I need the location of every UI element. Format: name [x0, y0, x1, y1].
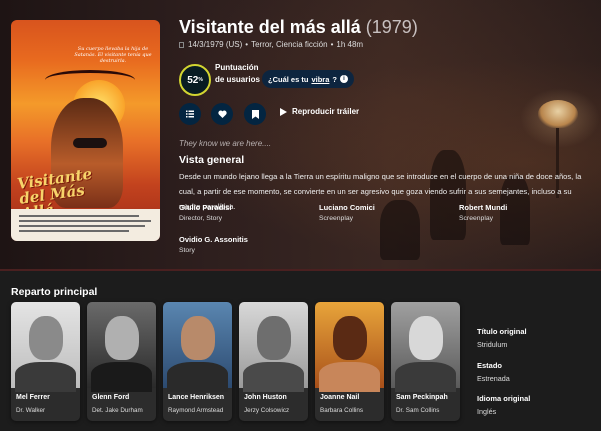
cast-card[interactable]: Lance Henriksen Raymond Armstead — [163, 302, 232, 421]
cast-photo-body — [395, 362, 456, 392]
crew-name[interactable]: Robert Mundi — [459, 203, 579, 212]
bookmark-icon — [251, 109, 259, 119]
user-score-value: 52 — [187, 74, 199, 86]
cast-photo-head — [257, 316, 291, 360]
vibe-suffix: ? — [332, 74, 337, 84]
crew-job: Screenplay — [459, 215, 494, 222]
cast-photo[interactable] — [391, 302, 460, 392]
watchlist-button[interactable] — [244, 103, 266, 125]
poster-tagline: Su cuerpo llevaba la hija de Satanás. El… — [74, 46, 152, 64]
info-icon: i — [339, 75, 348, 83]
cast-card[interactable]: John Huston Jerzy Colsowicz — [239, 302, 308, 421]
crew-name[interactable]: Luciano Comici — [319, 203, 439, 212]
cast-photo[interactable] — [11, 302, 80, 392]
fact-value: Stridulum — [477, 340, 508, 349]
user-score-unit: % — [198, 77, 203, 83]
poster-credit-line — [19, 220, 151, 222]
genres[interactable]: Terror, Ciencia ficción — [251, 40, 327, 49]
crew-job: Director, Story — [179, 215, 223, 222]
crew-member: Ovidio G. Assonitis Story — [179, 235, 299, 254]
cast-name[interactable]: Joanne Nail — [320, 394, 359, 401]
cast-role: Det. Jake Durham — [92, 407, 143, 414]
cast-name[interactable]: Lance Henriksen — [168, 394, 224, 401]
movie-facts: 14/3/1979 (US) • Terror, Ciencia ficción • 1… — [179, 40, 363, 49]
user-score-label: Puntuación de usuarios — [215, 63, 260, 84]
fact-value: Inglés — [477, 407, 497, 416]
play-trailer-label: Reproducir tráiler — [292, 107, 360, 116]
vibe-prefix: ¿Cuál es tu — [268, 74, 309, 84]
fact-original-title: Título original Stridulum — [477, 327, 597, 349]
crew-member: Robert Mundi Screenplay — [459, 203, 579, 222]
play-trailer-button[interactable]: Reproducir tráiler — [280, 107, 359, 116]
movie-title-text[interactable]: Visitante del más allá — [179, 17, 361, 37]
poster-credit-line — [19, 215, 139, 217]
crew-job: Screenplay — [319, 215, 354, 222]
certification-icon — [179, 42, 184, 48]
cast-role: Barbara Collins — [320, 407, 364, 414]
crew-member: Giulio Paradisi Director, Story — [179, 203, 299, 222]
overview-heading: Vista general — [179, 154, 245, 166]
cast-photo[interactable] — [87, 302, 156, 392]
add-to-list-button[interactable] — [179, 103, 201, 125]
fact-label: Estado — [477, 361, 503, 370]
user-score-chart: 52% — [179, 64, 211, 96]
cast-photo[interactable] — [239, 302, 308, 392]
cast-photo-head — [105, 316, 139, 360]
fact-original-language: Idioma original Inglés — [477, 394, 597, 416]
cast-name[interactable]: Glenn Ford — [92, 394, 129, 401]
poster-credits-block — [11, 209, 160, 241]
play-icon — [280, 107, 287, 116]
cast-name[interactable]: John Huston — [244, 394, 287, 401]
vibe-button[interactable]: ¿Cuál es tu vibra? i — [262, 70, 354, 88]
fact-label: Idioma original — [477, 394, 531, 403]
cast-photo-body — [91, 362, 152, 392]
tagline: They know we are here.... — [179, 139, 272, 148]
favorite-button[interactable] — [211, 103, 233, 125]
cast-card[interactable]: Joanne Nail Barbara Collins — [315, 302, 384, 421]
vibe-link[interactable]: vibra — [311, 75, 329, 84]
poster-credit-line — [19, 230, 129, 232]
cast-role: Dr. Walker — [16, 407, 46, 414]
cast-photo-head — [333, 316, 367, 360]
cast-name[interactable]: Sam Peckinpah — [396, 394, 448, 401]
cast-photo-head — [29, 316, 63, 360]
cast-photo[interactable] — [315, 302, 384, 392]
crew-job: Story — [179, 247, 195, 254]
release-date: 14/3/1979 (US) — [188, 40, 243, 49]
cast-photo-body — [167, 362, 228, 392]
crew-member: Luciano Comici Screenplay — [319, 203, 439, 222]
facts-separator: • — [330, 40, 334, 49]
crew-name[interactable]: Ovidio G. Assonitis — [179, 235, 299, 244]
cast-photo-body — [319, 362, 380, 392]
poster-credit-line — [19, 225, 145, 227]
cast-role: Raymond Armstead — [168, 407, 224, 414]
cast-photo-head — [181, 316, 215, 360]
backdrop-lamp — [538, 100, 578, 128]
cast-heading: Reparto principal — [11, 286, 98, 298]
cast-role: Dr. Sam Collins — [396, 407, 440, 414]
heart-icon — [217, 110, 227, 118]
cast-photo-body — [15, 362, 76, 392]
movie-year: (1979) — [365, 17, 418, 37]
cast-photo[interactable] — [163, 302, 232, 392]
facts-separator: • — [245, 40, 249, 49]
cast-photo-body — [243, 362, 304, 392]
movie-poster[interactable]: Su cuerpo llevaba la hija de Satanás. El… — [11, 20, 160, 241]
cast-card[interactable]: Mel Ferrer Dr. Walker — [11, 302, 80, 421]
movie-title: Visitante del más allá (1979) — [179, 17, 418, 38]
poster-bird — [45, 70, 135, 90]
poster-sunglasses — [73, 138, 107, 148]
cast-role: Jerzy Colsowicz — [244, 407, 290, 414]
fact-status: Estado Estrenada — [477, 361, 597, 383]
cast-card[interactable]: Glenn Ford Det. Jake Durham — [87, 302, 156, 421]
runtime: 1h 48m — [336, 40, 364, 49]
cast-name[interactable]: Mel Ferrer — [16, 394, 50, 401]
cast-photo-head — [409, 316, 443, 360]
fact-label: Título original — [477, 327, 527, 336]
cast-card[interactable]: Sam Peckinpah Dr. Sam Collins — [391, 302, 460, 421]
fact-value: Estrenada — [477, 374, 510, 383]
crew-name[interactable]: Giulio Paradisi — [179, 203, 299, 212]
list-icon — [186, 110, 194, 118]
